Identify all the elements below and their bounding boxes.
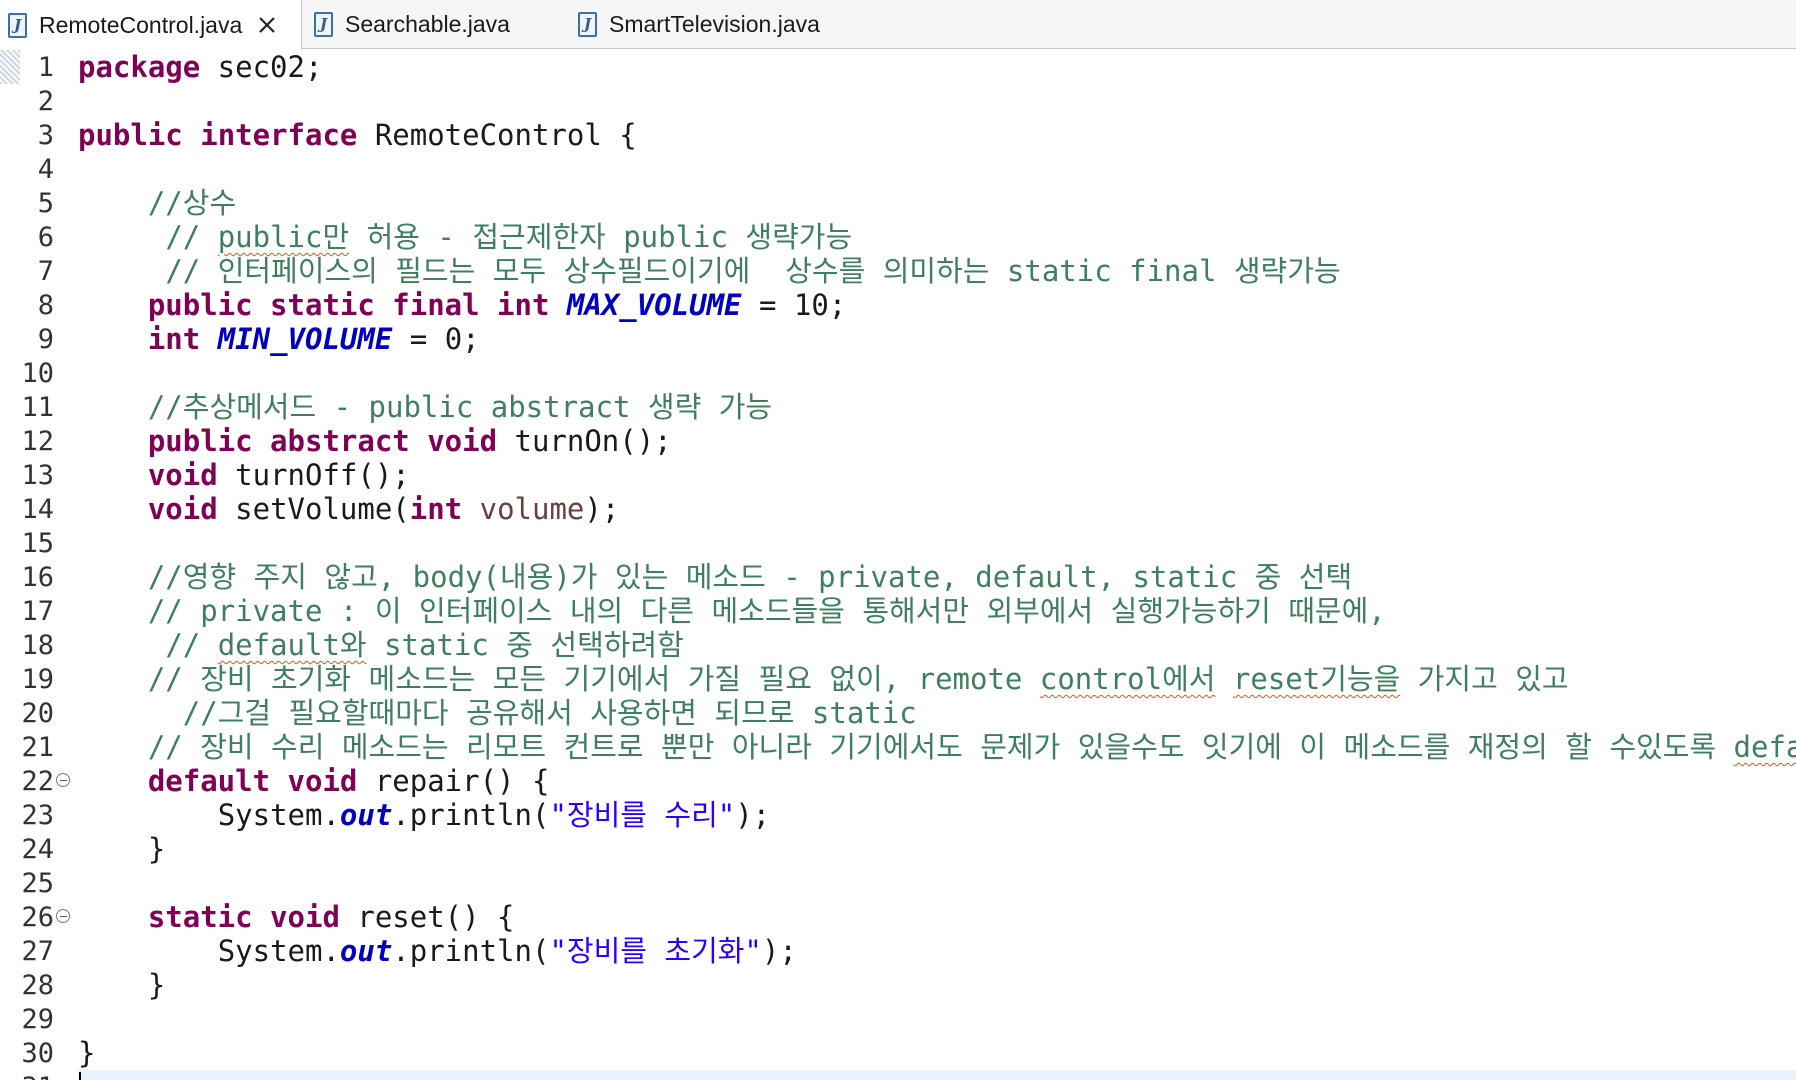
code-line: 15 [0,526,1796,560]
code-line: 5 //상수 [0,186,1796,220]
code-editor[interactable]: 1 package sec02; 2 3 public interface Re… [0,50,1796,1080]
line-number: 13 [21,459,54,491]
code-line: 23 System.out.println("장비를 수리"); [0,798,1796,832]
line-number: 22 [21,765,54,797]
code-line: 18 // default와 static 중 선택하려함 [0,628,1796,662]
close-icon[interactable] [256,14,278,36]
code-line: 20 //그걸 필요할때마다 공유해서 사용하면 되므로 static [0,696,1796,730]
code-line: 28 } [0,968,1796,1002]
tab-label: RemoteControl.java [39,11,243,38]
fold-collapse-icon[interactable] [56,773,70,787]
line-number: 26 [21,901,54,933]
code-line: 4 [0,152,1796,186]
line-number: 30 [21,1037,54,1069]
line-number: 7 [37,255,54,287]
tab-remotecontrol[interactable]: J RemoteControl.java [0,0,302,50]
code-line: 19 // 장비 초기화 메소드는 모든 기기에서 가질 필요 없이, remo… [0,662,1796,696]
line-number: 6 [37,221,54,253]
code-line: 2 [0,84,1796,118]
line-number: 29 [21,1003,54,1035]
code-line: 24 } [0,832,1796,866]
tab-smarttelevision[interactable]: J SmartTelevision.java [578,0,878,49]
code-line: 14 void setVolume(int volume); [0,492,1796,526]
line-number: 24 [21,833,54,865]
line-number: 15 [21,527,54,559]
code-line: 31 [0,1070,1796,1080]
text-caret [79,1072,81,1080]
java-file-icon: J [578,12,597,37]
tab-searchable[interactable]: J Searchable.java [310,0,570,49]
line-number: 27 [21,935,54,967]
java-file-icon: J [314,12,333,37]
code-line: 9 int MIN_VOLUME = 0; [0,322,1796,356]
line-number: 23 [21,799,54,831]
line-number: 21 [21,731,54,763]
line-number: 1 [37,51,54,83]
tab-label: Searchable.java [345,11,510,37]
code-line: 16 //영향 주지 않고, body(내용)가 있는 메소드 - privat… [0,560,1796,594]
line-number: 12 [21,425,54,457]
line-number: 19 [21,663,54,695]
line-number: 4 [37,153,54,185]
line-number: 16 [21,561,54,593]
line-number: 5 [37,187,54,219]
line-number: 8 [37,289,54,321]
line-number: 10 [21,357,54,389]
code-line: 6 // public만 허용 - 접근제한자 public 생략가능 [0,220,1796,254]
line-number: 2 [37,85,54,117]
line-number: 31 [0,1072,54,1080]
code-line: 25 [0,866,1796,900]
line-number: 25 [21,867,54,899]
line-number: 9 [37,323,54,355]
line-number: 28 [21,969,54,1001]
line-number: 11 [21,391,54,423]
code-line: 1 package sec02; [0,50,1796,84]
editor-tab-bar: J RemoteControl.java J Searchable.java J… [0,0,1796,50]
code-line: 26 static void reset() { [0,900,1796,934]
code-line: 11 //추상메서드 - public abstract 생략 가능 [0,390,1796,424]
line-number: 20 [21,697,54,729]
line-number: 14 [21,493,54,525]
line-number: 18 [21,629,54,661]
line-number: 17 [21,595,54,627]
code-line: 12 public abstract void turnOn(); [0,424,1796,458]
code-line: 8 public static final int MAX_VOLUME = 1… [0,288,1796,322]
code-line: 30 } [0,1036,1796,1070]
code-line: 27 System.out.println("장비를 초기화"); [0,934,1796,968]
code-line: 13 void turnOff(); [0,458,1796,492]
code-line: 10 [0,356,1796,390]
code-line: 29 [0,1002,1796,1036]
code-line: 3 public interface RemoteControl { [0,118,1796,152]
java-file-icon: J [8,12,27,38]
fold-collapse-icon[interactable] [56,909,70,923]
code-line: 17 // private : 이 인터페이스 내의 다른 메소드들을 통해서만… [0,594,1796,628]
code-line: 21 // 장비 수리 메소드는 리모트 컨트로 뿐만 아니라 기기에서도 문제… [0,730,1796,764]
code-line: 22 default void repair() { [0,764,1796,798]
tab-label: SmartTelevision.java [609,11,820,37]
line-number: 3 [37,119,54,151]
code-line: 7 // 인터페이스의 필드는 모두 상수필드이기에 상수를 의미하는 stat… [0,254,1796,288]
